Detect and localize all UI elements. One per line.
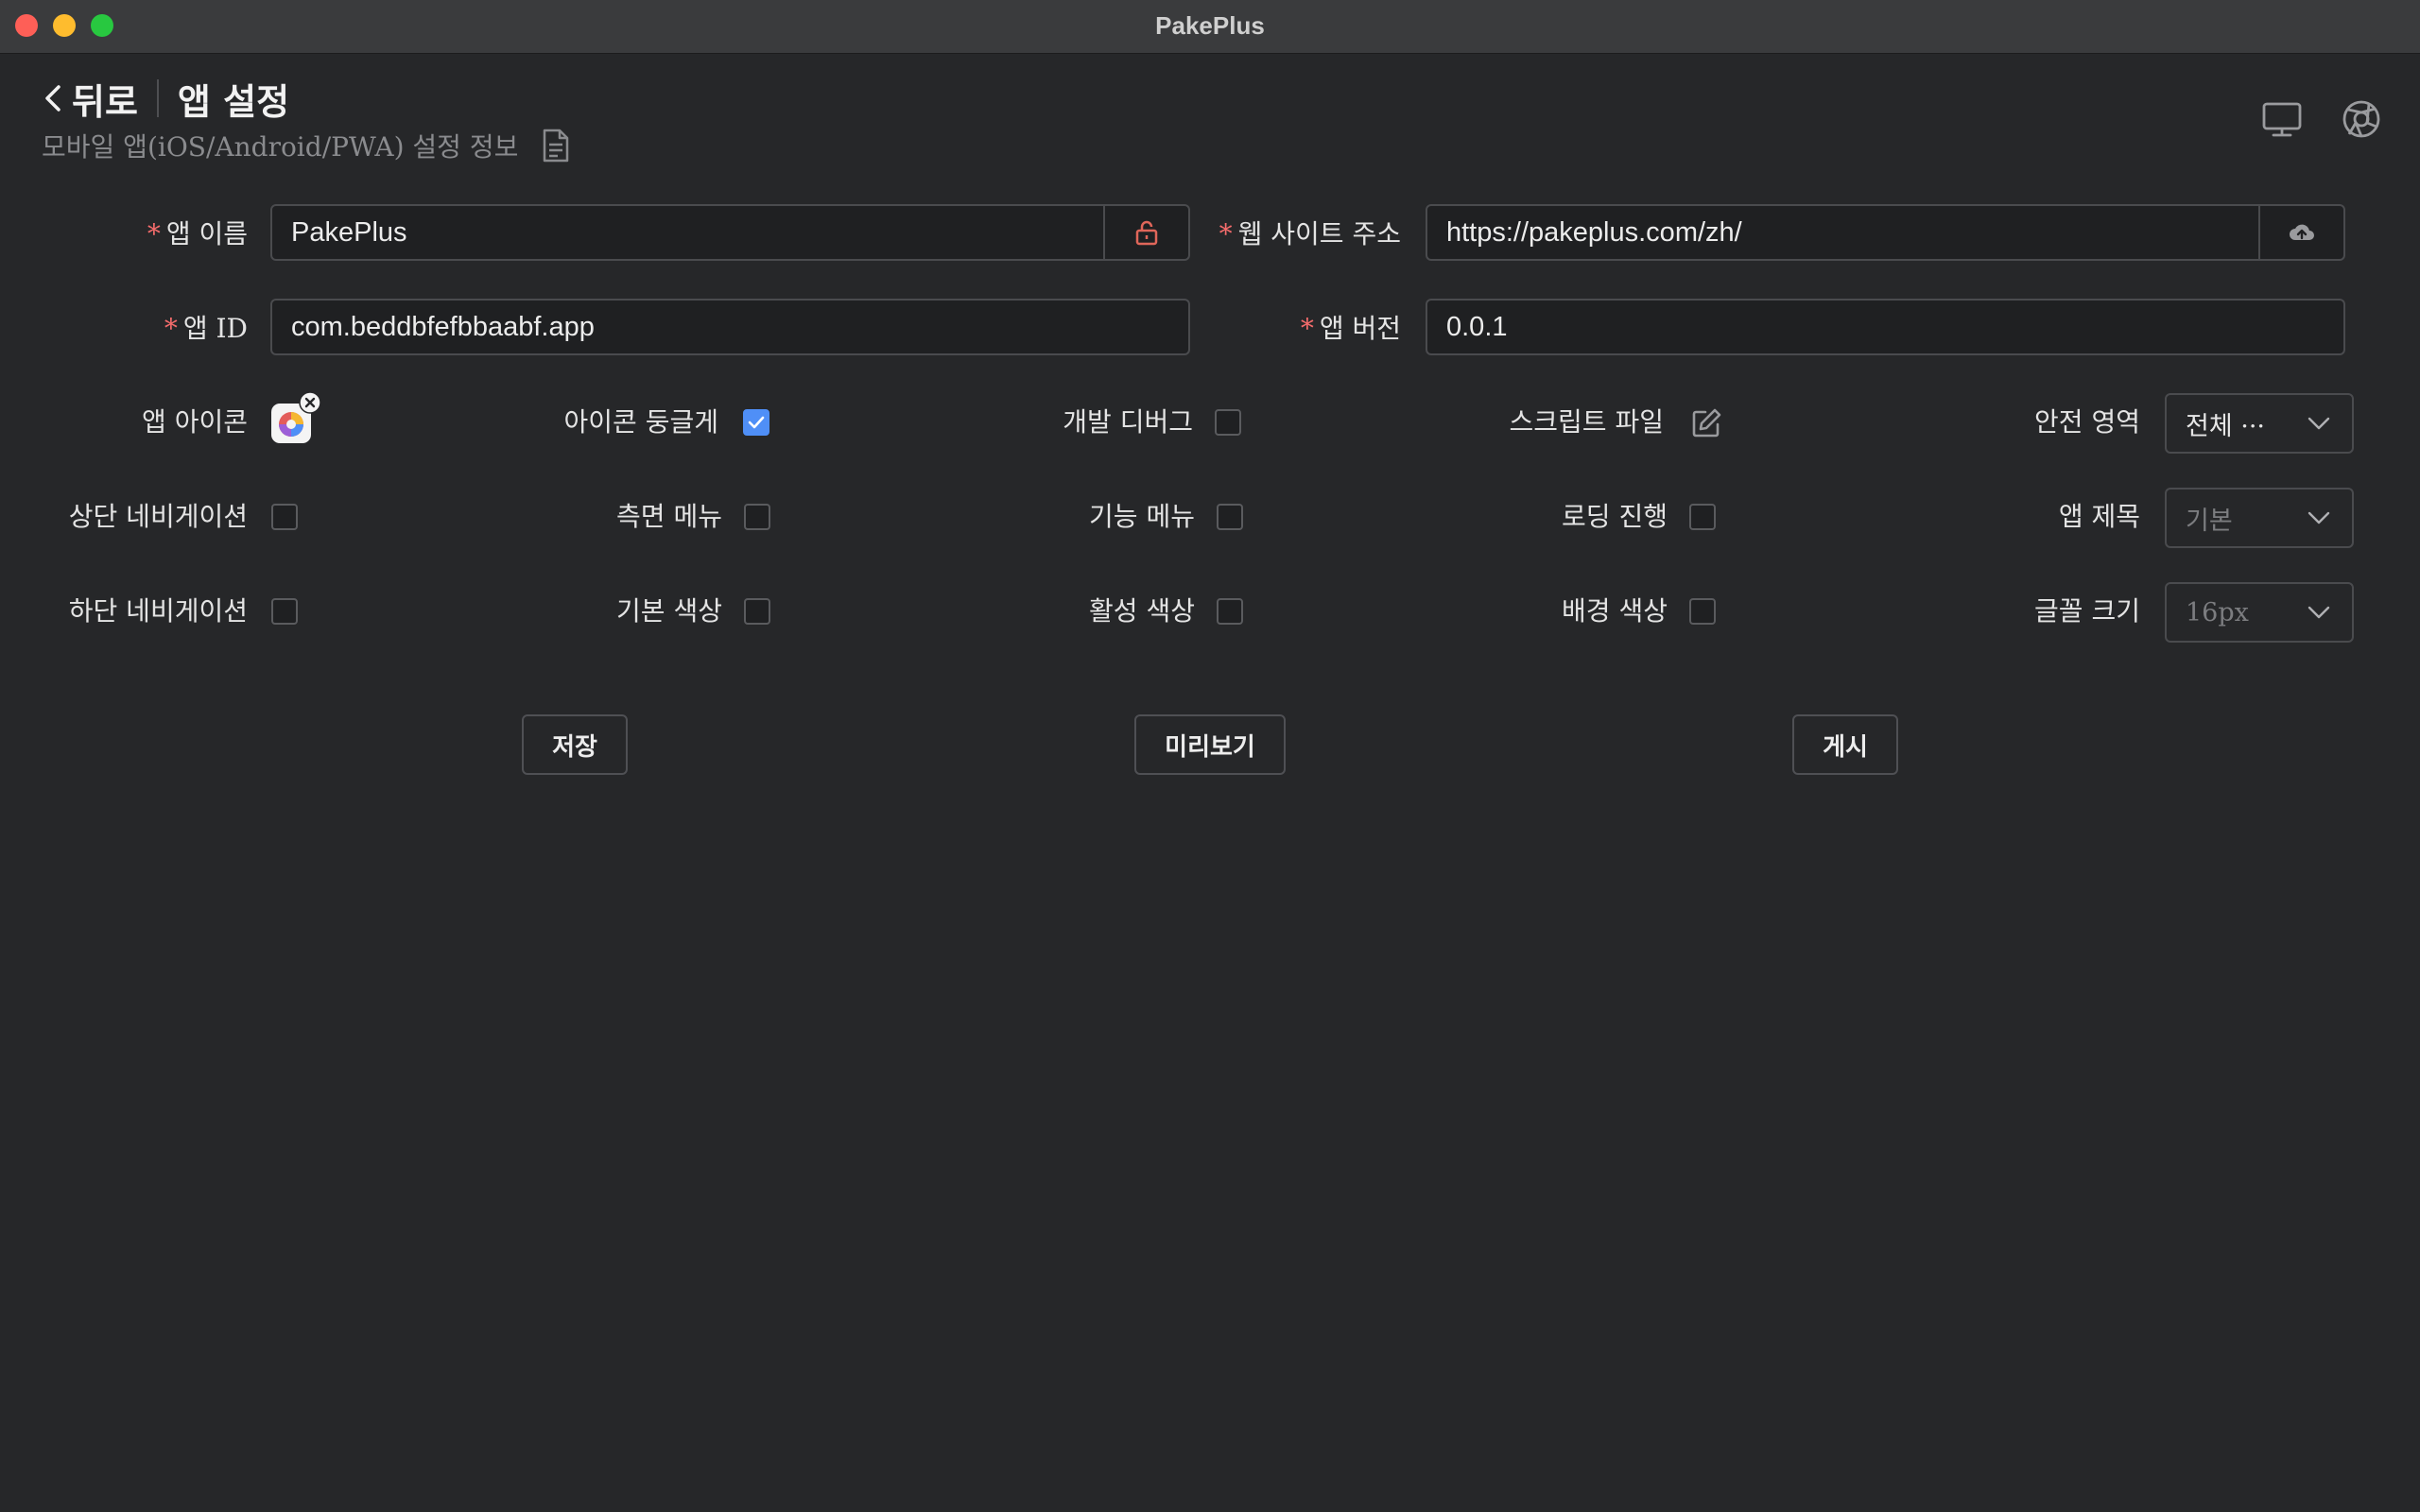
required-mark: *: [147, 218, 161, 249]
function-menu-label: 기능 메뉴: [1089, 501, 1195, 532]
header-divider: [156, 79, 159, 117]
app-name-field[interactable]: PakePlus: [270, 204, 1190, 261]
lock-icon: [1135, 220, 1158, 246]
required-mark: *: [164, 313, 178, 344]
side-menu-label: 측면 메뉴: [616, 501, 722, 532]
header-row: 뒤로 앱 설정: [42, 72, 289, 125]
save-button[interactable]: 저장: [522, 714, 628, 775]
dev-debug-label: 개발 디버그: [1063, 406, 1193, 438]
background-color-label: 배경 색상: [1562, 595, 1668, 627]
app-name-value[interactable]: PakePlus: [272, 217, 1103, 249]
remove-icon-button[interactable]: [299, 391, 321, 414]
page-title: 앱 설정: [177, 80, 290, 123]
font-size-label: 글꼴 크기: [2034, 595, 2140, 627]
chevron-left-icon[interactable]: [42, 79, 64, 117]
page-subtitle-row: 모바일 앱(iOS/Android/PWA) 설정 정보: [42, 127, 571, 164]
app-icon-label: 앱 아이콘: [142, 406, 248, 438]
publish-button[interactable]: 게시: [1792, 714, 1898, 775]
required-mark: *: [1300, 313, 1314, 344]
chevron-down-icon: [2308, 511, 2330, 524]
window-title: PakePlus: [1155, 11, 1265, 40]
website-value[interactable]: https://pakeplus.com/zh/: [1427, 217, 2258, 249]
cloud-upload-icon: [2290, 224, 2314, 240]
script-file-label: 스크립트 파일: [1509, 406, 1664, 438]
app-window: PakePlus 뒤로 앱 설정 모바일 앱(iOS/Android/PWA) …: [0, 0, 2420, 1512]
desktop-icon[interactable]: [2261, 98, 2303, 140]
title-bar: PakePlus: [0, 0, 2420, 54]
base-color-checkbox[interactable]: [744, 598, 770, 625]
website-label: * 웹 사이트 주소: [1219, 218, 1401, 249]
top-nav-checkbox[interactable]: [271, 504, 298, 530]
top-nav-label: 상단 네비게이션: [68, 501, 248, 532]
background-color-checkbox[interactable]: [1689, 598, 1716, 625]
app-title-label: 앱 제목: [2058, 501, 2140, 532]
round-icon-checkbox[interactable]: [743, 409, 769, 436]
chevron-down-icon: [2308, 606, 2330, 619]
app-id-label: * 앱 ID: [164, 313, 248, 344]
edit-icon[interactable]: [1690, 407, 1722, 439]
active-color-checkbox[interactable]: [1217, 598, 1243, 625]
app-id-field[interactable]: com.beddbfefbbaabf.app: [270, 299, 1190, 355]
chrome-icon[interactable]: [2341, 98, 2382, 140]
required-mark: *: [1219, 218, 1233, 249]
round-icon-label: 아이콘 둥글게: [563, 406, 718, 438]
loading-progress-checkbox[interactable]: [1689, 504, 1716, 530]
bottom-nav-checkbox[interactable]: [271, 598, 298, 625]
document-icon[interactable]: [541, 129, 571, 163]
font-size-placeholder: 16px: [2186, 597, 2249, 627]
app-title-select[interactable]: 기본: [2165, 488, 2354, 548]
base-color-label: 기본 색상: [616, 595, 722, 627]
app-title-placeholder: 기본: [2186, 506, 2233, 536]
website-field[interactable]: https://pakeplus.com/zh/: [1426, 204, 2345, 261]
upload-button[interactable]: [2258, 206, 2343, 259]
loading-progress-label: 로딩 진행: [1562, 501, 1668, 532]
app-version-field[interactable]: 0.0.1: [1426, 299, 2345, 355]
lock-button[interactable]: [1103, 206, 1188, 259]
app-id-value[interactable]: com.beddbfefbbaabf.app: [272, 312, 1188, 343]
app-name-label: * 앱 이름: [147, 218, 248, 249]
dev-debug-checkbox[interactable]: [1215, 409, 1241, 436]
safe-area-value: 전체 ···: [2186, 411, 2266, 441]
active-color-label: 활성 색상: [1089, 595, 1195, 627]
chevron-down-icon: [2308, 417, 2330, 430]
preview-button[interactable]: 미리보기: [1134, 714, 1286, 775]
bottom-nav-label: 하단 네비게이션: [68, 595, 248, 627]
side-menu-checkbox[interactable]: [744, 504, 770, 530]
page-subtitle: 모바일 앱(iOS/Android/PWA) 설정 정보: [42, 131, 519, 163]
safe-area-select[interactable]: 전체 ···: [2165, 393, 2354, 454]
function-menu-checkbox[interactable]: [1217, 504, 1243, 530]
checkmark-icon: [748, 416, 765, 429]
app-version-value[interactable]: 0.0.1: [1427, 312, 2343, 343]
font-size-select[interactable]: 16px: [2165, 582, 2354, 643]
app-version-label: * 앱 버전: [1300, 313, 1401, 344]
safe-area-label: 안전 영역: [2034, 406, 2140, 438]
back-button[interactable]: 뒤로: [72, 73, 138, 125]
